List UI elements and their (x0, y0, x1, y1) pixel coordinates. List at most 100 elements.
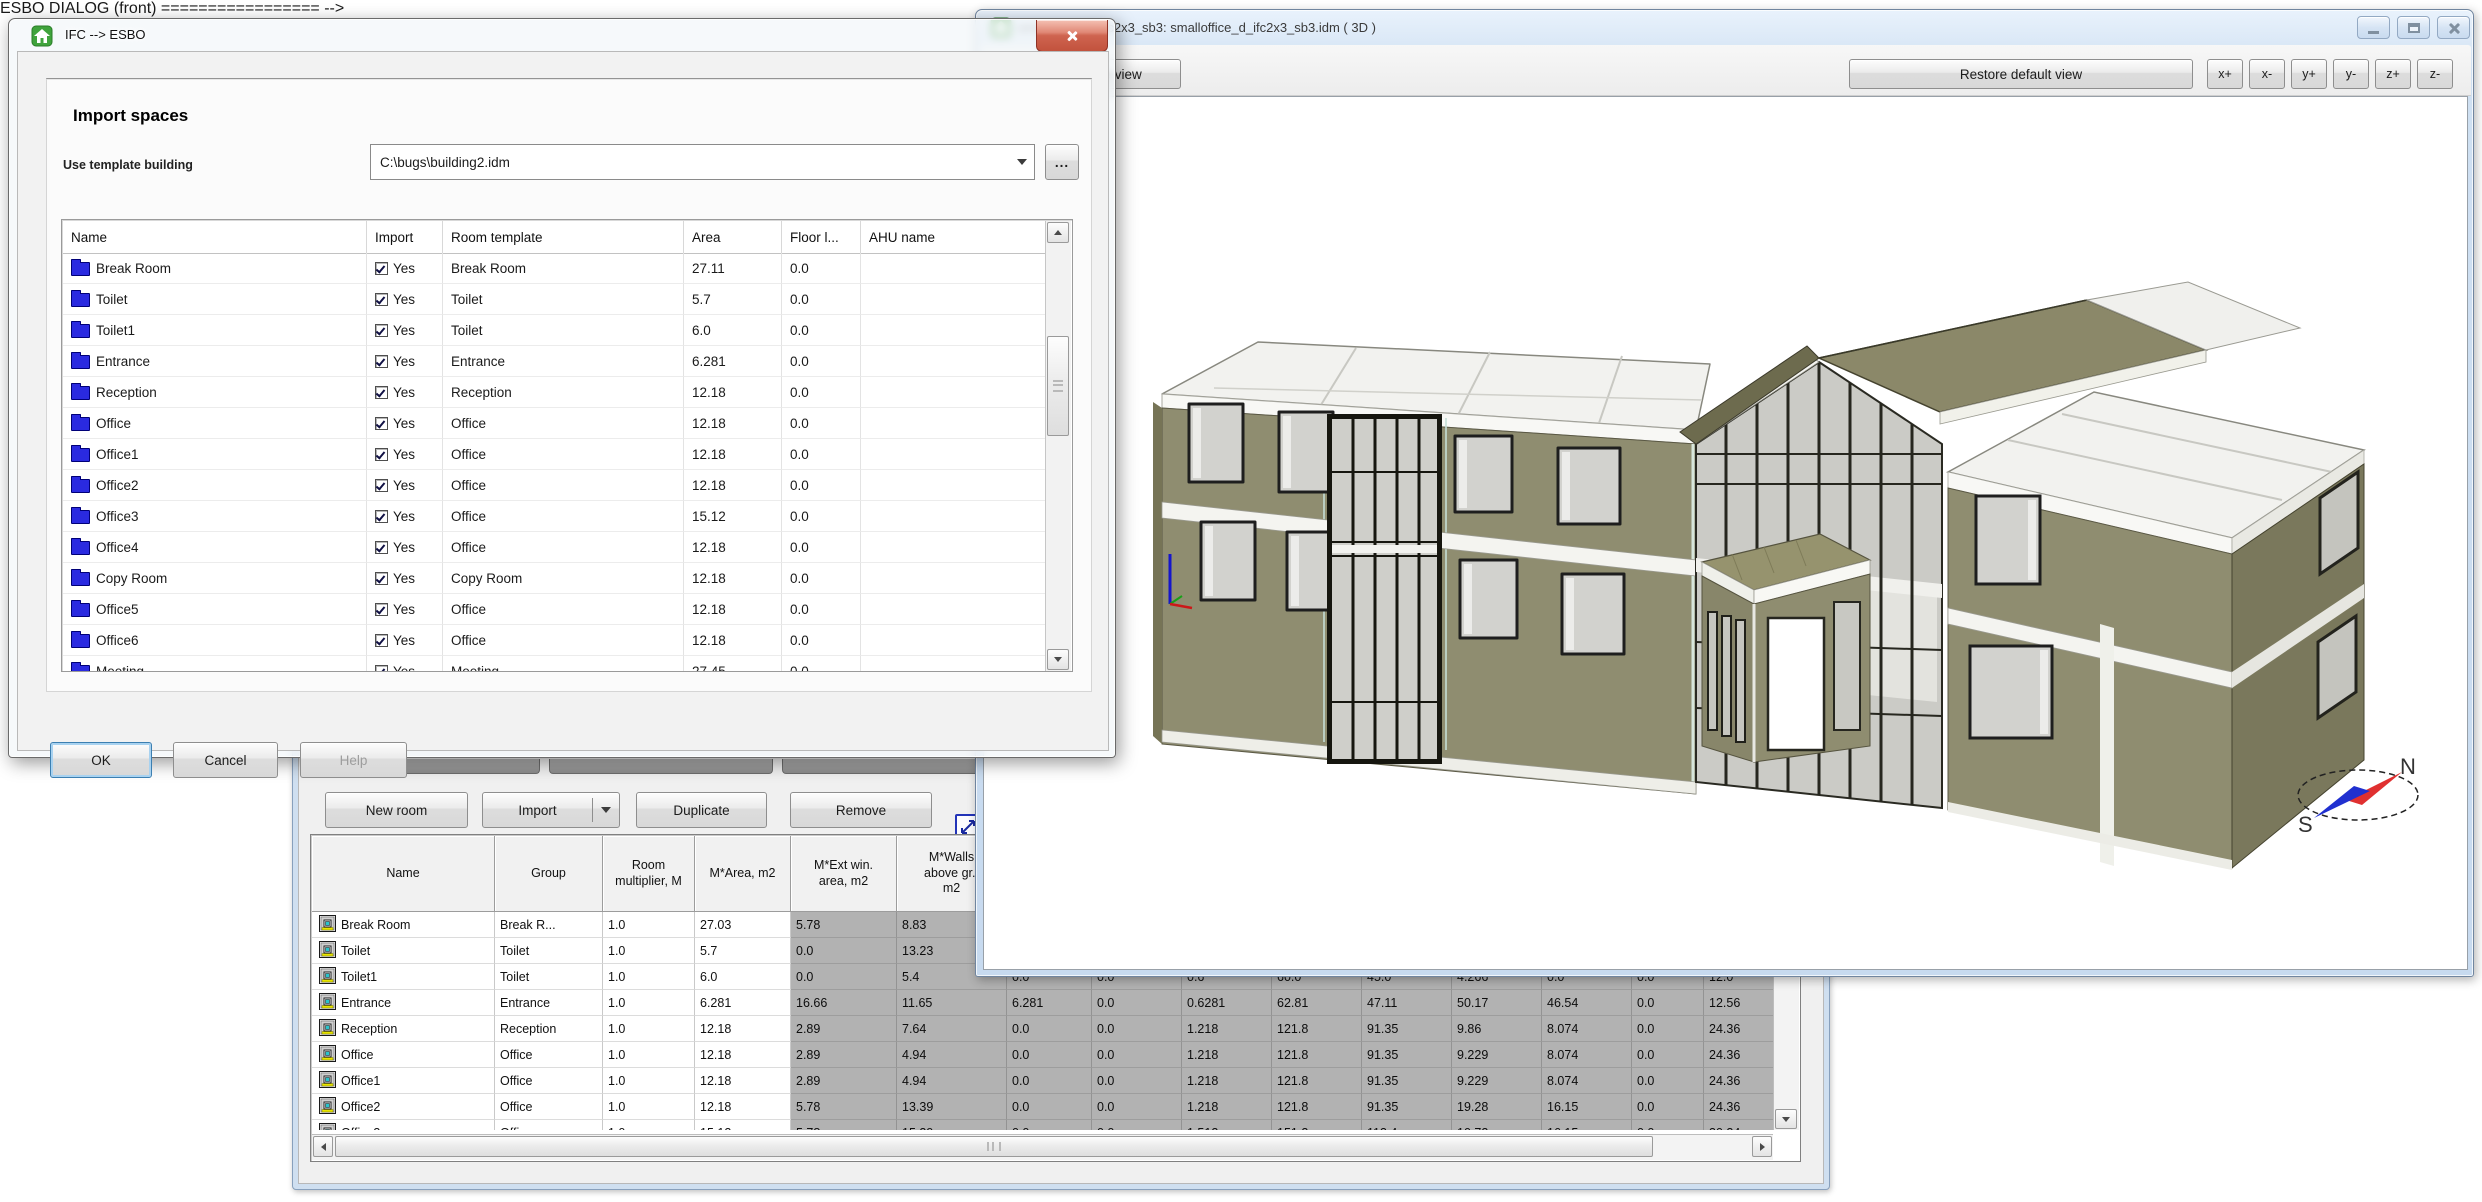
rooms-table-row[interactable]: Office3Office1.015.125.7815.290.00.01.51… (312, 1120, 1774, 1130)
rooms-table-row[interactable]: EntranceEntrance1.06.28116.6611.656.2810… (312, 990, 1774, 1016)
scroll-down-button[interactable] (1047, 649, 1069, 670)
import-checkbox[interactable] (375, 479, 388, 492)
rooms-column-header[interactable]: Group (495, 836, 603, 912)
hscroll-thumb[interactable] (335, 1136, 1653, 1157)
import-table-row[interactable]: Copy RoomYesCopy Room12.180.0 (63, 563, 1050, 594)
combobox-dropdown-icon[interactable] (1010, 159, 1034, 165)
ext-win-area-cell: 5.78 (791, 1120, 897, 1130)
axis-y-plus-button[interactable]: y+ (2291, 59, 2327, 89)
import-table-row[interactable]: Break RoomYesBreak Room27.110.0 (63, 253, 1050, 284)
column-header-room-template[interactable]: Room template (443, 221, 684, 253)
maximize-button[interactable] (2397, 16, 2430, 39)
import-checkbox[interactable] (375, 603, 388, 616)
rooms-table-row[interactable]: Office1Office1.012.182.894.940.00.01.218… (312, 1068, 1774, 1094)
value-cell: 0.0 (1632, 990, 1704, 1016)
value-cell: 121.8 (1272, 1094, 1362, 1120)
restore-default-view-button[interactable]: Restore default view (1849, 59, 2193, 89)
rooms-column-header[interactable]: M*Ext win. area, m2 (791, 836, 897, 912)
browse-button[interactable]: ... (1045, 144, 1079, 180)
room-template-cell: Copy Room (443, 563, 684, 594)
scroll-down-button[interactable] (1775, 1109, 1797, 1129)
rooms-column-header[interactable]: M*Area, m2 (695, 836, 791, 912)
scroll-up-button[interactable] (1047, 222, 1069, 243)
import-checkbox[interactable] (375, 448, 388, 461)
viewer-3d-canvas[interactable]: N S (983, 96, 2468, 970)
scroll-left-button[interactable] (313, 1136, 333, 1157)
rooms-column-header[interactable]: Name (312, 836, 495, 912)
check-icon (376, 449, 387, 460)
axis-z-plus-button[interactable]: z+ (2375, 59, 2411, 89)
import-table-row[interactable]: Office5YesOffice12.180.0 (63, 594, 1050, 625)
value-cell: 0.6281 (1182, 990, 1272, 1016)
dialog-close-button[interactable] (1036, 20, 1108, 52)
column-header-ahu-name[interactable]: AHU name (861, 221, 1050, 253)
import-checkbox[interactable] (375, 293, 388, 306)
import-table-header: NameImportRoom templateAreaFloor l...AHU… (63, 221, 1050, 254)
multiplier-cell: 1.0 (603, 1120, 695, 1130)
axis-x-plus-button[interactable]: x+ (2207, 59, 2243, 89)
import-checkbox[interactable] (375, 634, 388, 647)
import-table-row[interactable]: Office1YesOffice12.180.0 (63, 439, 1050, 470)
help-button[interactable]: Help (300, 742, 407, 778)
duplicate-button[interactable]: Duplicate (636, 792, 767, 828)
import-table-row[interactable]: Office4YesOffice12.180.0 (63, 532, 1050, 563)
minimize-button[interactable] (2357, 16, 2390, 39)
dialog-titlebar[interactable]: IFC --> ESBO (9, 19, 1115, 51)
close-button[interactable] (2437, 16, 2470, 39)
import-table-row[interactable]: ReceptionYesReception12.180.0 (63, 377, 1050, 408)
value-cell: 91.35 (1362, 1016, 1452, 1042)
folder-icon (71, 479, 90, 493)
viewer-titlebar[interactable]: smalloffice_d_ifc2x3_sb3: smalloffice_d_… (976, 10, 2473, 45)
template-building-combobox[interactable]: C:\bugs\building2.idm (370, 144, 1035, 180)
rooms-table-row[interactable]: ReceptionReception1.012.182.897.640.00.0… (312, 1016, 1774, 1042)
axis-y-minus-button[interactable]: y- (2333, 59, 2369, 89)
import-table-row[interactable]: OfficeYesOffice12.180.0 (63, 408, 1050, 439)
ok-button[interactable]: OK (50, 742, 152, 778)
new-room-button[interactable]: New room (325, 792, 468, 828)
remove-button[interactable]: Remove (790, 792, 932, 828)
column-header-name[interactable]: Name (63, 221, 367, 253)
import-table-row[interactable]: EntranceYesEntrance6.2810.0 (63, 346, 1050, 377)
room-name-cell: Toilet (312, 938, 495, 964)
ahu-name-cell (861, 501, 1050, 532)
arrow-down-icon (1054, 657, 1062, 662)
import-table-row[interactable]: MeetingYesMeeting27.450.0 (63, 656, 1050, 671)
import-checkbox[interactable] (375, 510, 388, 523)
import-button[interactable]: Import (482, 792, 620, 828)
import-checkbox[interactable] (375, 417, 388, 430)
folder-icon (71, 417, 90, 431)
clipped-tab[interactable] (549, 759, 773, 774)
import-dropdown-arrow-icon[interactable] (593, 807, 619, 813)
import-checkbox[interactable] (375, 572, 388, 585)
column-header-area[interactable]: Area (684, 221, 782, 253)
import-spaces-panel: Import spaces Use template building C:\b… (46, 78, 1092, 692)
import-checkbox[interactable] (375, 262, 388, 275)
import-value: Yes (393, 540, 415, 555)
axis-x-minus-button[interactable]: x- (2249, 59, 2285, 89)
rooms-table-row[interactable]: OfficeOffice1.012.182.894.940.00.01.2181… (312, 1042, 1774, 1068)
column-header-import[interactable]: Import (367, 221, 443, 253)
import-checkbox[interactable] (375, 355, 388, 368)
column-header-floor-l-[interactable]: Floor l... (782, 221, 861, 253)
import-checkbox[interactable] (375, 324, 388, 337)
scroll-right-button[interactable] (1752, 1136, 1772, 1157)
vscroll-thumb[interactable] (1047, 336, 1069, 436)
import-table-row[interactable]: Office6YesOffice12.180.0 (63, 625, 1050, 656)
axis-z-minus-button[interactable]: z- (2417, 59, 2453, 89)
clipped-tab[interactable] (782, 759, 994, 774)
rooms-table-row[interactable]: Office2Office1.012.185.7813.390.00.01.21… (312, 1094, 1774, 1120)
import-table-scrollbar[interactable] (1045, 221, 1071, 671)
import-table-row[interactable]: ToiletYesToilet5.70.0 (63, 284, 1050, 315)
import-checkbox[interactable] (375, 541, 388, 554)
floor-level-cell: 0.0 (782, 284, 861, 315)
import-table-row[interactable]: Office2YesOffice12.180.0 (63, 470, 1050, 501)
import-checkbox[interactable] (375, 665, 388, 672)
import-table-row[interactable]: Office3YesOffice15.120.0 (63, 501, 1050, 532)
import-checkbox[interactable] (375, 386, 388, 399)
value-cell: 1.218 (1182, 1094, 1272, 1120)
rooms-column-header[interactable]: Room multiplier, M (603, 836, 695, 912)
cancel-button[interactable]: Cancel (173, 742, 278, 778)
import-table-row[interactable]: Toilet1YesToilet6.00.0 (63, 315, 1050, 346)
rooms-horizontal-scrollbar[interactable] (312, 1134, 1773, 1160)
folder-icon (71, 262, 90, 276)
